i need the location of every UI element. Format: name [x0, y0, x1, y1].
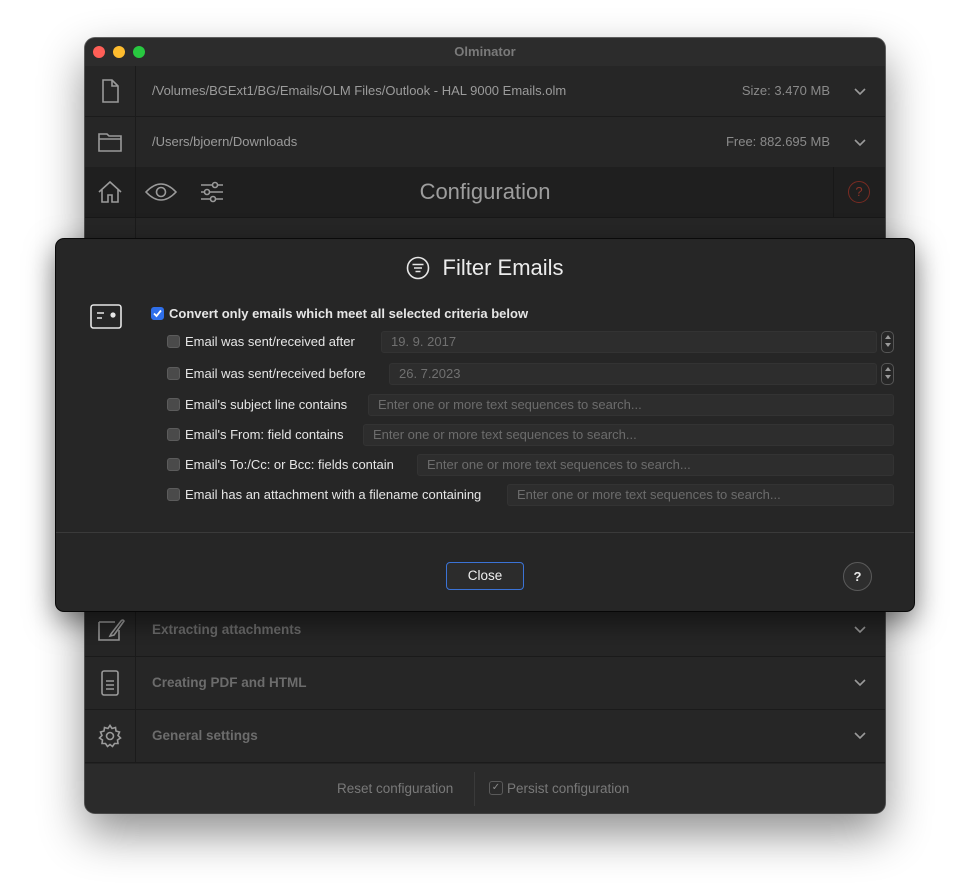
filter-emails-dialog: Filter Emails Convert only emails which …: [56, 239, 914, 611]
attachment-search-input[interactable]: Enter one or more text sequences to sear…: [507, 484, 894, 506]
source-size: Size: 3.470 MB: [741, 83, 830, 98]
section-icon-cell: [85, 604, 136, 656]
page-title: Configuration: [419, 179, 551, 204]
convert-filter-checkbox[interactable]: [151, 307, 164, 320]
sent-after-date-field[interactable]: 19. 9. 2017: [381, 331, 877, 353]
source-path: /Volumes/BGExt1/BG/Emails/OLM Files/Outl…: [152, 83, 567, 98]
section-label: General settings: [152, 728, 258, 743]
persist-configuration-checkbox[interactable]: ✓: [489, 781, 503, 795]
sent-after-label: Email was sent/received after: [185, 334, 355, 349]
destination-free-space: Free: 882.695 MB: [725, 134, 830, 149]
subject-label: Email's subject line contains: [185, 397, 348, 412]
folder-icon-cell: [85, 117, 136, 167]
attachment-checkbox[interactable]: [167, 488, 180, 501]
section-icon-cell: [85, 710, 136, 762]
file-icon-cell: [85, 66, 136, 116]
dialog-divider: [56, 532, 914, 533]
sent-after-stepper[interactable]: [881, 331, 894, 353]
footer-divider: [474, 772, 475, 806]
gear-icon: [98, 724, 122, 748]
checkmark-icon: [153, 309, 162, 318]
attachment-icon: [98, 619, 125, 641]
folder-icon: [98, 133, 122, 152]
attachment-label: Email has an attachment with a filename …: [185, 487, 482, 502]
to-cc-checkbox[interactable]: [167, 458, 180, 471]
chevron-down-icon[interactable]: [853, 84, 867, 98]
destination-folder-row[interactable]: /Users/bjoern/Downloads Free: 882.695 MB: [85, 117, 885, 168]
window-title: Olminator: [454, 44, 516, 59]
close-button[interactable]: Close: [446, 562, 524, 590]
chevron-down-icon[interactable]: [853, 135, 867, 149]
sent-before-stepper[interactable]: [881, 363, 894, 385]
toolbar: Configuration ?: [85, 167, 885, 218]
sent-before-label: Email was sent/received before: [185, 366, 366, 381]
filter-icon: [407, 256, 430, 280]
source-file-row[interactable]: /Volumes/BGExt1/BG/Emails/OLM Files/Outl…: [85, 66, 885, 117]
dialog-header: Filter Emails: [56, 254, 914, 284]
section-row-pdf-html[interactable]: Creating PDF and HTML: [85, 657, 885, 710]
footer-bar: Reset configuration ✓ Persist configurat…: [85, 764, 885, 813]
chevron-down-icon[interactable]: [853, 675, 867, 689]
from-checkbox[interactable]: [167, 428, 180, 441]
file-icon: [102, 79, 119, 103]
sent-before-checkbox[interactable]: [167, 367, 180, 380]
section-row-general[interactable]: General settings: [85, 710, 885, 763]
subject-checkbox[interactable]: [167, 398, 180, 411]
sent-before-date-field[interactable]: 26. 7.2023: [389, 363, 877, 385]
section-icon-cell: [85, 657, 136, 709]
persist-configuration-label: Persist configuration: [507, 781, 630, 796]
section-label: Creating PDF and HTML: [152, 675, 307, 690]
section-row-attachments[interactable]: Extracting attachments: [85, 604, 885, 657]
id-card-icon: [90, 304, 122, 329]
help-button[interactable]: ?: [843, 562, 872, 591]
title-bar: Olminator: [85, 38, 885, 67]
from-label: Email's From: field contains: [185, 427, 344, 442]
toolbar-divider: [833, 167, 834, 217]
convert-filter-label: Convert only emails which meet all selec…: [169, 306, 529, 321]
from-search-input[interactable]: Enter one or more text sequences to sear…: [363, 424, 894, 446]
destination-path: /Users/bjoern/Downloads: [152, 134, 298, 149]
document-icon: [101, 670, 119, 696]
chevron-down-icon[interactable]: [853, 728, 867, 742]
to-cc-search-input[interactable]: Enter one or more text sequences to sear…: [417, 454, 894, 476]
sent-after-checkbox[interactable]: [167, 335, 180, 348]
dialog-title: Filter Emails: [442, 255, 564, 281]
help-icon[interactable]: ?: [848, 181, 870, 203]
chevron-down-icon[interactable]: [853, 622, 867, 636]
section-label: Extracting attachments: [152, 622, 302, 637]
to-cc-label: Email's To:/Cc: or Bcc: fields contain: [185, 457, 394, 472]
subject-search-input[interactable]: Enter one or more text sequences to sear…: [368, 394, 894, 416]
reset-configuration-button[interactable]: Reset configuration: [337, 764, 453, 813]
